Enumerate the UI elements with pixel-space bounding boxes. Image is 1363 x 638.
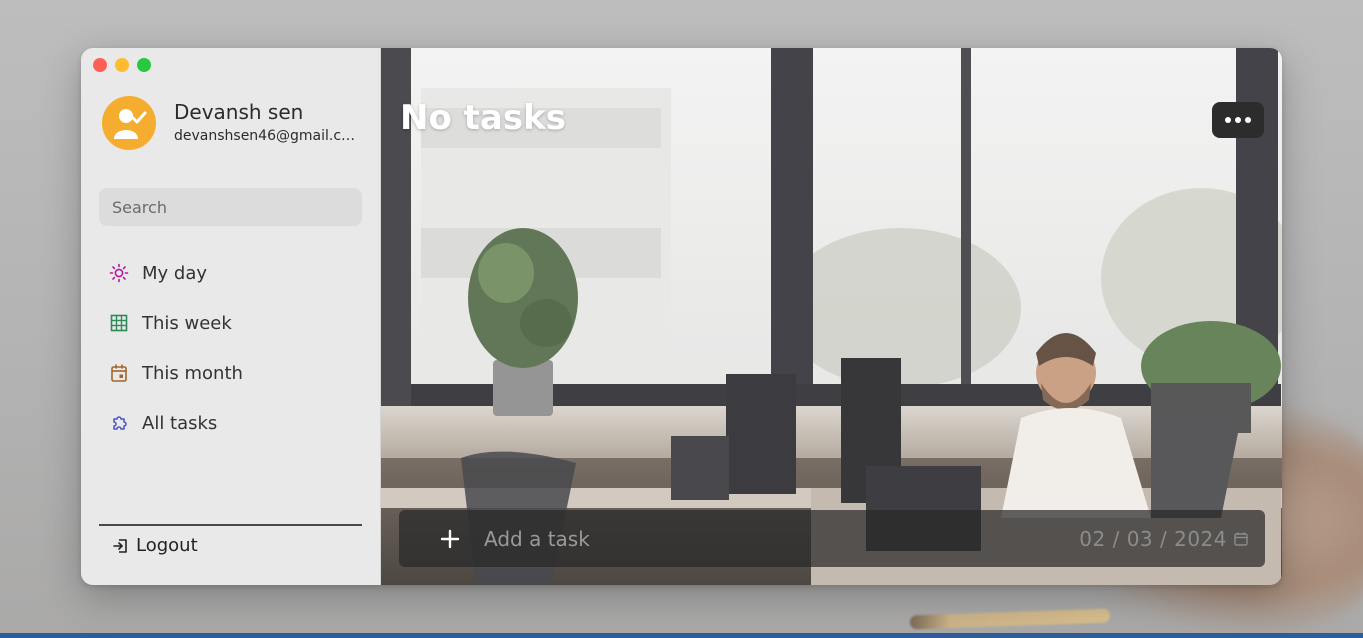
nav-list: My day This week This month All tasks [109,248,243,448]
background-strip [0,633,1363,638]
avatar[interactable] [102,96,156,150]
add-task-bar: 02 / 03 / 2024 [399,510,1265,567]
app-window: Devansh sen devanshsen46@gmail.com Searc… [81,48,1282,585]
logout-label: Logout [136,535,198,556]
more-dots-icon [1245,117,1251,123]
puzzle-icon [109,413,129,433]
nav-item-all-tasks[interactable]: All tasks [109,398,243,448]
logout-button[interactable]: Logout [112,535,198,556]
calendar-icon [1234,532,1248,546]
logout-icon [113,538,127,553]
background-pencil [909,608,1111,630]
maximize-window-button[interactable] [137,58,151,72]
add-task-input[interactable] [484,526,1080,551]
nav-label: My day [142,262,208,284]
sun-icon [109,263,129,283]
task-date-picker[interactable]: 02 / 03 / 2024 [1079,527,1249,551]
nav-item-my-day[interactable]: My day [109,248,243,298]
add-task-button[interactable] [430,519,470,559]
user-check-icon [114,109,147,139]
user-email: devanshsen46@gmail.com [174,128,359,144]
nav-label: This week [142,312,232,334]
window-controls [93,58,151,72]
page-title: No tasks [400,98,566,138]
sidebar-divider [99,524,362,526]
search-input[interactable] [99,188,362,226]
task-date-value: 02 / 03 / 2024 [1079,526,1227,551]
more-dots-icon [1235,117,1241,123]
minimize-window-button[interactable] [115,58,129,72]
nav-label: This month [142,362,243,384]
nav-label: All tasks [142,412,218,434]
close-window-button[interactable] [93,58,107,72]
nav-item-this-week[interactable]: This week [109,298,243,348]
calendar-icon [109,363,129,383]
main-panel: No tasks 02 / 03 / 2024 [381,48,1282,585]
grid-calendar-icon [109,313,129,333]
more-dots-icon [1225,117,1231,123]
sidebar: Devansh sen devanshsen46@gmail.com Searc… [81,48,381,585]
more-options-button[interactable] [1212,102,1264,138]
user-profile: Devansh sen devanshsen46@gmail.com [102,96,359,150]
nav-item-this-month[interactable]: This month [109,348,243,398]
plus-icon [440,529,460,548]
user-name: Devansh sen [174,100,304,124]
